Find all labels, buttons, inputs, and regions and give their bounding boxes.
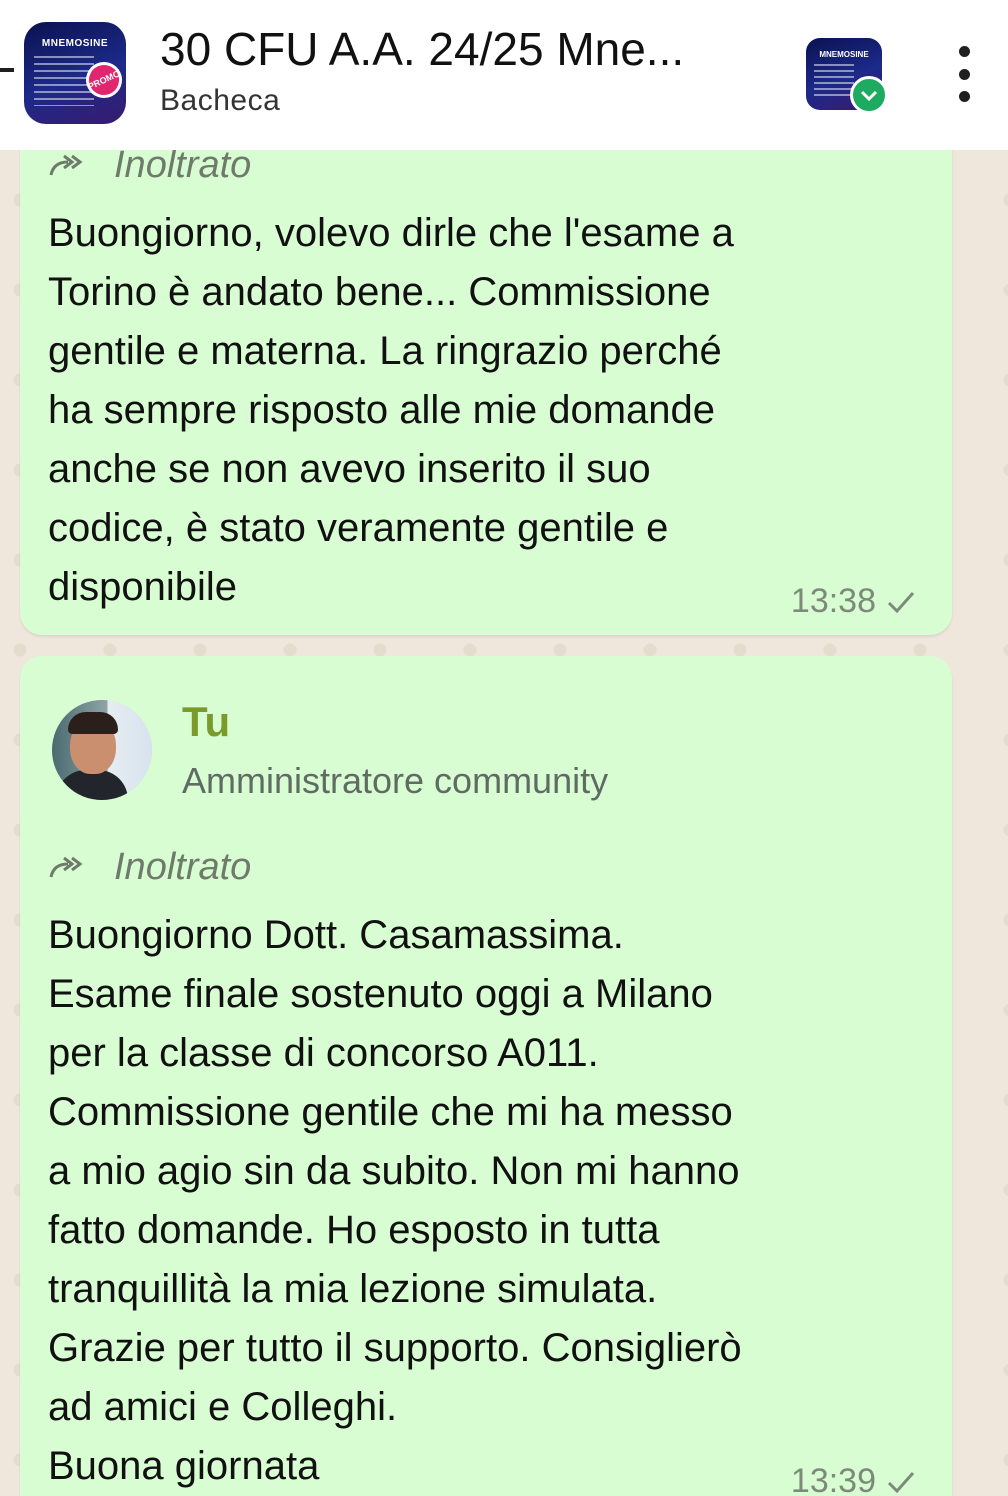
avatar[interactable] xyxy=(52,700,152,800)
chat-subtitle: Bacheca xyxy=(160,84,281,117)
check-icon xyxy=(887,591,915,613)
avatar-logo-text: MNEMOSINE xyxy=(41,38,109,49)
message-text: Buongiorno Dott. Casamassima. Esame fina… xyxy=(48,913,742,1488)
forward-icon xyxy=(49,856,83,877)
back-arrow-icon[interactable] xyxy=(0,68,14,72)
message-bubble-2[interactable]: Tu Amministratore community Inoltrato Bu… xyxy=(20,656,952,1496)
forward-icon xyxy=(49,154,83,175)
chat-header: MNEMOSINE PROMO 30 CFU A.A. 24/25 Mne...… xyxy=(0,0,1008,150)
forwarded-indicator: Inoltrato xyxy=(48,846,251,889)
forwarded-label: Inoltrato xyxy=(114,144,252,186)
more-options-icon[interactable] xyxy=(950,46,978,102)
sender-role: Amministratore community xyxy=(182,760,609,801)
message-time: 13:39 xyxy=(790,1462,876,1496)
community-avatar-logo-text: MNEMOSINE xyxy=(819,50,869,59)
forwarded-label: Inoltrato xyxy=(114,846,252,888)
message-time: 13:38 xyxy=(790,582,876,620)
group-avatar[interactable]: MNEMOSINE PROMO xyxy=(24,22,126,124)
check-icon xyxy=(887,1471,915,1493)
forwarded-indicator: Inoltrato xyxy=(48,144,251,187)
verified-check-icon xyxy=(850,76,888,114)
message-bubble-1[interactable]: Inoltrato Buongiorno, volevo dirle che l… xyxy=(20,110,952,635)
chat-title: 30 CFU A.A. 24/25 Mne... xyxy=(160,23,685,75)
message-meta: 13:38 xyxy=(791,582,916,621)
header-title-block[interactable]: 30 CFU A.A. 24/25 Mne... Bacheca xyxy=(160,22,780,118)
sender-info: Tu Amministratore community xyxy=(52,698,912,808)
community-avatar[interactable]: MNEMOSINE xyxy=(806,38,888,114)
message-meta: 13:39 xyxy=(791,1462,916,1496)
sender-name[interactable]: Tu xyxy=(182,698,230,746)
message-text: Buongiorno, volevo dirle che l'esame a T… xyxy=(48,211,734,609)
